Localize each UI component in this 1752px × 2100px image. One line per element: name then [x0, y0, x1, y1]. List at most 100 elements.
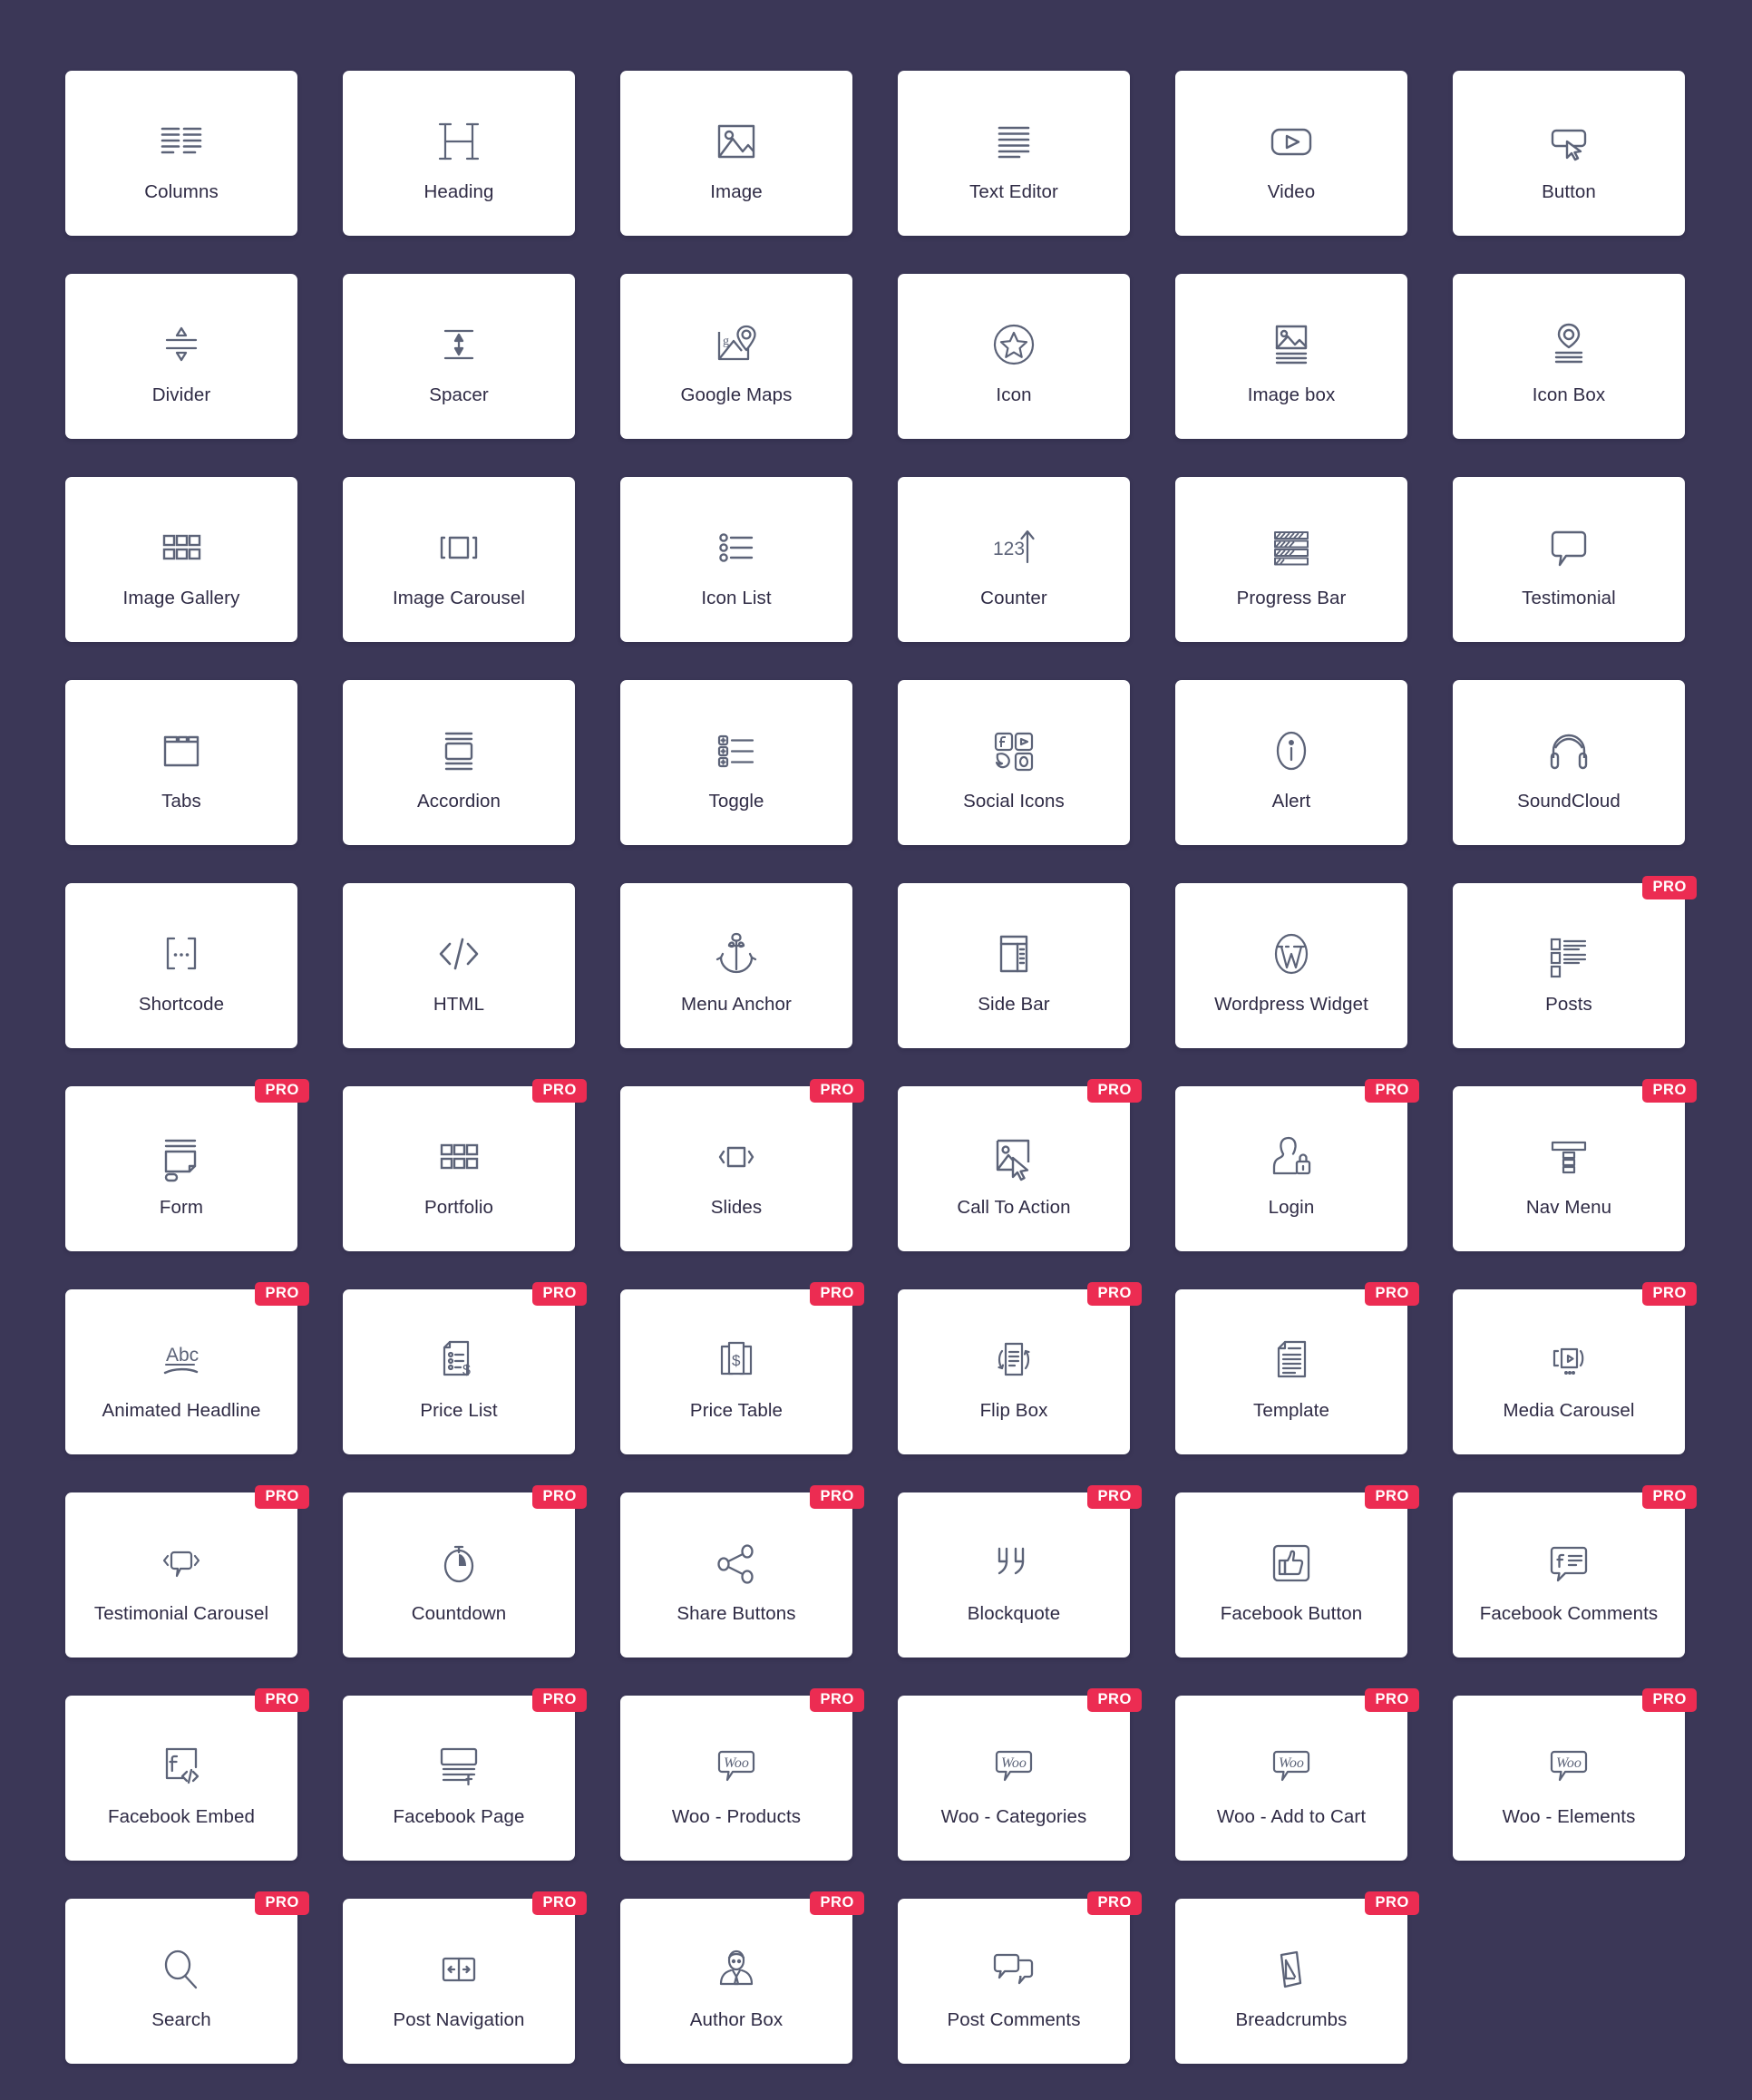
- pro-badge: PRO: [255, 1282, 309, 1307]
- widget-card[interactable]: Alert: [1175, 680, 1407, 845]
- counter-icon: 123: [987, 514, 1041, 581]
- widget-card[interactable]: Social Icons: [898, 680, 1130, 845]
- widget-label: Post Comments: [947, 2008, 1081, 2030]
- sidebar-icon: [987, 920, 1041, 987]
- widget-label: Icon List: [701, 587, 772, 608]
- widget-card[interactable]: Text Editor: [898, 71, 1130, 236]
- widget-card[interactable]: Portfolio PRO: [343, 1079, 587, 1251]
- posts-icon: [1542, 920, 1596, 987]
- widget-card[interactable]: Posts PRO: [1453, 876, 1697, 1048]
- widget-label: Animated Headline: [102, 1399, 261, 1421]
- woo-icon: Woo: [709, 1733, 764, 1800]
- widget-cell: Button: [1453, 71, 1685, 272]
- widget-card[interactable]: Nav Menu PRO: [1453, 1079, 1697, 1251]
- widget-label: Side Bar: [978, 993, 1050, 1015]
- wordpress-icon: [1264, 920, 1319, 987]
- widget-card[interactable]: Icon List: [620, 477, 852, 642]
- widget-card[interactable]: Facebook Button PRO: [1175, 1485, 1419, 1658]
- widget-card[interactable]: Woo Woo - Products PRO: [620, 1688, 864, 1861]
- widget-card[interactable]: Image box: [1175, 274, 1407, 439]
- price-table-icon: $: [709, 1327, 764, 1394]
- star-icon: [987, 311, 1041, 378]
- widget-card[interactable]: Side Bar: [898, 883, 1130, 1048]
- flip-box-icon: [987, 1327, 1041, 1394]
- widget-card[interactable]: Testimonial: [1453, 477, 1685, 642]
- pro-badge: PRO: [255, 1688, 309, 1713]
- widget-card[interactable]: Post Comments PRO: [898, 1891, 1142, 2064]
- post-navigation-icon: [432, 1936, 486, 2003]
- widget-card[interactable]: Image Carousel: [343, 477, 575, 642]
- widget-card[interactable]: Author Box PRO: [620, 1891, 864, 2064]
- widget-card[interactable]: Facebook Page PRO: [343, 1688, 587, 1861]
- svg-text:123: 123: [993, 539, 1025, 559]
- widget-card[interactable]: Wordpress Widget: [1175, 883, 1407, 1048]
- widget-card[interactable]: Woo Woo - Add to Cart PRO: [1175, 1688, 1419, 1861]
- widget-card[interactable]: HTML: [343, 883, 575, 1048]
- widget-cell: Video: [1175, 71, 1407, 272]
- widget-card[interactable]: Slides PRO: [620, 1079, 864, 1251]
- widget-cell: Nav Menu PRO: [1453, 1079, 1697, 1288]
- widget-card[interactable]: Flip Box PRO: [898, 1282, 1142, 1454]
- form-icon: [154, 1123, 209, 1191]
- widget-label: Wordpress Widget: [1214, 993, 1368, 1015]
- widget-card[interactable]: Media Carousel PRO: [1453, 1282, 1697, 1454]
- widget-card[interactable]: Heading: [343, 71, 575, 236]
- widget-card[interactable]: Share Buttons PRO: [620, 1485, 864, 1658]
- widget-cell: Posts PRO: [1453, 876, 1697, 1084]
- widget-card[interactable]: Facebook Comments PRO: [1453, 1485, 1697, 1658]
- social-icons-icon: [987, 717, 1041, 784]
- widget-card[interactable]: Abc Animated Headline PRO: [65, 1282, 309, 1454]
- widget-card[interactable]: Facebook Embed PRO: [65, 1688, 309, 1861]
- pro-badge: PRO: [532, 1688, 587, 1713]
- woo-icon: Woo: [1542, 1733, 1596, 1800]
- widget-card[interactable]: $ Price Table PRO: [620, 1282, 864, 1454]
- widget-card[interactable]: Button: [1453, 71, 1685, 236]
- widget-cell: $ Price List PRO: [343, 1282, 587, 1491]
- pro-badge: PRO: [1365, 1891, 1419, 1916]
- widget-card[interactable]: SoundCloud: [1453, 680, 1685, 845]
- widget-card[interactable]: Accordion: [343, 680, 575, 845]
- widget-card[interactable]: Call To Action PRO: [898, 1079, 1142, 1251]
- widget-cell: Alert: [1175, 680, 1407, 881]
- widget-card[interactable]: Tabs: [65, 680, 297, 845]
- countdown-icon: [432, 1530, 486, 1597]
- widget-card[interactable]: Video: [1175, 71, 1407, 236]
- widget-card[interactable]: Search PRO: [65, 1891, 309, 2064]
- widget-card[interactable]: Testimonial Carousel PRO: [65, 1485, 309, 1658]
- widget-card[interactable]: Template PRO: [1175, 1282, 1419, 1454]
- widget-card[interactable]: g Google Maps: [620, 274, 852, 439]
- widget-card[interactable]: Icon Box: [1453, 274, 1685, 439]
- widget-card[interactable]: Menu Anchor: [620, 883, 852, 1048]
- widget-label: Slides: [710, 1196, 763, 1218]
- widget-card[interactable]: Countdown PRO: [343, 1485, 587, 1658]
- widget-card[interactable]: Toggle: [620, 680, 852, 845]
- pro-badge: PRO: [532, 1282, 587, 1307]
- widget-cell: Image Carousel: [343, 477, 575, 678]
- widget-card[interactable]: 123 Counter: [898, 477, 1130, 642]
- widget-cell: Heading: [343, 71, 575, 272]
- widget-cell: Icon: [898, 274, 1130, 475]
- widget-card[interactable]: Spacer: [343, 274, 575, 439]
- widget-card[interactable]: Divider: [65, 274, 297, 439]
- widget-card[interactable]: Progress Bar: [1175, 477, 1407, 642]
- portfolio-icon: [432, 1123, 486, 1191]
- widget-card[interactable]: Login PRO: [1175, 1079, 1419, 1251]
- widget-card[interactable]: Woo Woo - Elements PRO: [1453, 1688, 1697, 1861]
- widget-label: Toggle: [708, 790, 764, 812]
- pro-badge: PRO: [532, 1079, 587, 1103]
- widget-card[interactable]: Image Gallery: [65, 477, 297, 642]
- widget-card[interactable]: Shortcode: [65, 883, 297, 1048]
- widget-card[interactable]: $ Price List PRO: [343, 1282, 587, 1454]
- widget-card[interactable]: Blockquote PRO: [898, 1485, 1142, 1658]
- widget-card[interactable]: Columns: [65, 71, 297, 236]
- widget-card[interactable]: Breadcrumbs PRO: [1175, 1891, 1419, 2064]
- widget-card[interactable]: Woo Woo - Categories PRO: [898, 1688, 1142, 1861]
- widget-card[interactable]: Form PRO: [65, 1079, 309, 1251]
- pro-badge: PRO: [1642, 1079, 1697, 1103]
- widget-label: Author Box: [689, 2008, 784, 2030]
- post-comments-icon: [987, 1936, 1041, 2003]
- widget-card[interactable]: Icon: [898, 274, 1130, 439]
- widget-cell: Toggle: [620, 680, 852, 881]
- widget-card[interactable]: Post Navigation PRO: [343, 1891, 587, 2064]
- widget-card[interactable]: Image: [620, 71, 852, 236]
